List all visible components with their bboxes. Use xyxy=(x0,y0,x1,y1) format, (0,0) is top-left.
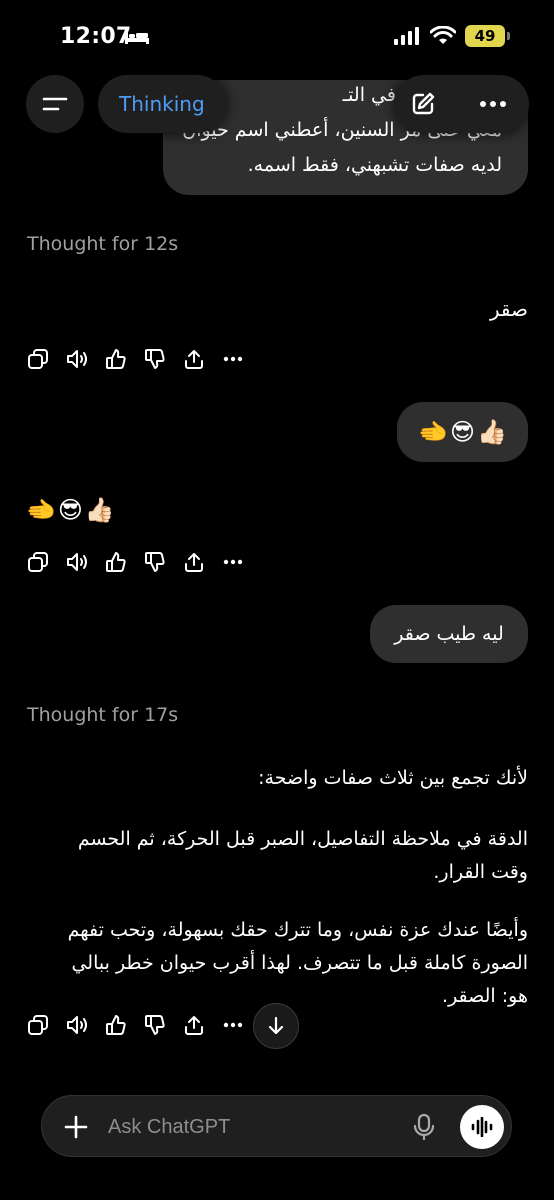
speaker-icon xyxy=(67,350,87,368)
copy-icon xyxy=(28,1015,48,1035)
thumbs-down-icon xyxy=(145,349,165,369)
more-actions-button[interactable] xyxy=(221,1013,245,1037)
assistant-paragraph: لأنك تجمع بين ثلاث صفات واضحة: xyxy=(258,767,528,789)
arrow-down-icon xyxy=(268,1016,284,1035)
speaker-icon xyxy=(67,553,87,571)
share-icon xyxy=(185,350,203,369)
bad-response-button[interactable] xyxy=(143,1013,167,1037)
assistant-message: لأنك تجمع بين ثلاث صفات واضحة: الدقة في … xyxy=(26,762,528,1013)
emoji-row: 👍🏻 😎 🫲 xyxy=(418,402,507,462)
message-actions xyxy=(26,347,260,371)
assistant-paragraph-line: الدقة في ملاحظة التفاصيل، الصبر قبل الحر… xyxy=(77,828,528,850)
more-icon xyxy=(223,1022,243,1028)
new-chat-button[interactable] xyxy=(407,88,439,120)
battery-indicator: 49 xyxy=(465,25,505,47)
assistant-message: 👍🏻 😎 🫲 xyxy=(26,494,146,527)
voice-icon xyxy=(471,1117,493,1137)
status-bar: 12:07 49 xyxy=(0,0,554,60)
user-message-bubble: 👍🏻 😎 🫲 xyxy=(397,402,528,462)
thumbs-up-icon xyxy=(106,349,126,369)
more-actions-button[interactable] xyxy=(221,347,245,371)
user-message-line: لديه صفات تشبهني، فقط اسمه. xyxy=(247,154,502,176)
read-aloud-button[interactable] xyxy=(65,1013,89,1037)
plus-icon[interactable] xyxy=(63,1114,89,1144)
menu-icon xyxy=(42,97,68,111)
sunglasses-emoji: 😎 xyxy=(57,496,83,524)
menu-button[interactable] xyxy=(26,75,84,133)
thought-duration[interactable]: Thought for 12s xyxy=(27,233,178,255)
more-actions-button[interactable] xyxy=(221,550,245,574)
assistant-paragraph-line: وقت القرار. xyxy=(433,861,528,883)
composer: Ask ChatGPT xyxy=(41,1095,512,1157)
message-actions xyxy=(26,1013,260,1037)
copy-button[interactable] xyxy=(26,1013,50,1037)
wifi-icon xyxy=(429,25,457,50)
sunglasses-emoji: 😎 xyxy=(449,418,476,446)
good-response-button[interactable] xyxy=(104,1013,128,1037)
bed-icon xyxy=(124,29,150,49)
status-time: 12:07 xyxy=(60,24,132,49)
more-icon xyxy=(223,356,243,362)
edit-icon xyxy=(412,92,435,115)
read-aloud-button[interactable] xyxy=(65,347,89,371)
hand-emoji: 🫲 xyxy=(26,496,56,524)
share-button[interactable] xyxy=(182,1013,206,1037)
read-aloud-button[interactable] xyxy=(65,550,89,574)
more-options-button[interactable] xyxy=(477,88,509,120)
good-response-button[interactable] xyxy=(104,550,128,574)
battery-cap xyxy=(507,32,510,40)
hand-emoji: 🫲 xyxy=(418,418,448,446)
thumbs-up-icon xyxy=(106,552,126,572)
model-selector-button[interactable]: Thinking xyxy=(98,75,226,133)
scroll-to-bottom-button[interactable] xyxy=(253,1003,299,1049)
assistant-paragraph-line: وأيضًا عندك عزة نفس، وما تترك حقك بسهولة… xyxy=(67,919,528,941)
thumbs-up-emoji: 👍🏻 xyxy=(84,496,115,524)
share-button[interactable] xyxy=(182,550,206,574)
copy-icon xyxy=(28,349,48,369)
good-response-button[interactable] xyxy=(104,347,128,371)
voice-mode-button[interactable] xyxy=(460,1105,504,1149)
share-button[interactable] xyxy=(182,347,206,371)
speaker-icon xyxy=(67,1016,87,1034)
thought-duration[interactable]: Thought for 17s xyxy=(27,704,178,726)
message-actions xyxy=(26,550,260,574)
signal-icon xyxy=(393,26,419,50)
user-message-bubble: ليه طيب صقر xyxy=(370,605,528,663)
copy-button[interactable] xyxy=(26,550,50,574)
more-icon xyxy=(480,101,506,107)
share-icon xyxy=(185,1016,203,1035)
mic-icon[interactable] xyxy=(413,1113,435,1145)
toolbar-actions xyxy=(395,75,529,133)
copy-button[interactable] xyxy=(26,347,50,371)
emoji-row: 👍🏻 😎 🫲 xyxy=(26,494,115,527)
copy-icon xyxy=(28,552,48,572)
more-icon xyxy=(223,559,243,565)
share-icon xyxy=(185,553,203,572)
bad-response-button[interactable] xyxy=(143,550,167,574)
bad-response-button[interactable] xyxy=(143,347,167,371)
thumbs-down-icon xyxy=(145,1015,165,1035)
assistant-paragraph-line: الصورة كاملة قبل ما تتصرف. لهذا أقرب حيو… xyxy=(71,952,528,974)
assistant-message: صقر xyxy=(489,297,528,321)
thumbs-up-emoji: 👍🏻 xyxy=(477,418,507,446)
thumbs-up-icon xyxy=(106,1015,126,1035)
user-message-text: ليه طيب صقر xyxy=(394,623,504,645)
thumbs-down-icon xyxy=(145,552,165,572)
chat-input[interactable]: Ask ChatGPT xyxy=(108,1096,230,1158)
